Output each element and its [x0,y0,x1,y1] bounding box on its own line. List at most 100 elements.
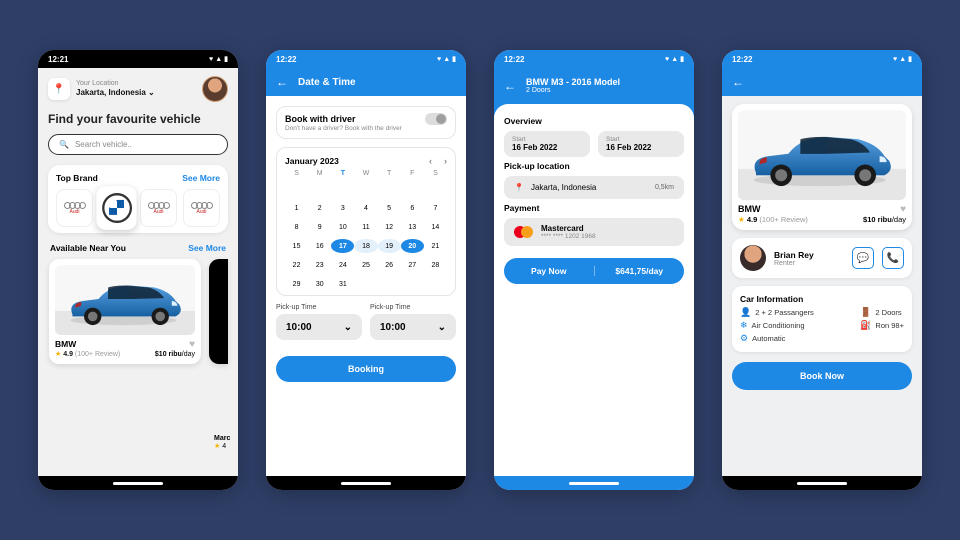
cal-day [354,277,377,291]
cal-day[interactable]: 29 [285,277,308,291]
cal-day[interactable]: 23 [308,258,331,272]
status-time: 12:21 [48,55,68,64]
back-icon[interactable]: ← [276,75,288,89]
back-icon[interactable]: ← [504,79,516,93]
cal-day[interactable]: 19 [378,239,401,253]
cal-day[interactable]: 30 [308,277,331,291]
brand-item-bmw[interactable] [96,186,136,230]
cal-day[interactable]: 2 [308,201,331,215]
cal-day[interactable]: 16 [308,239,331,253]
cal-day[interactable]: 22 [285,258,308,272]
cal-day[interactable]: 4 [354,201,377,215]
home-indicator-bar [494,476,694,490]
search-placeholder: Search vehicle.. [75,140,132,149]
cal-day[interactable]: 15 [285,239,308,253]
star-icon: ★ [738,215,745,224]
calendar-grid[interactable]: SMTWTFS123456789101112131415161718192021… [285,170,447,291]
cal-prev-icon[interactable]: ‹ [429,156,432,166]
mastercard-icon [514,226,533,238]
end-date-box[interactable]: Start 16 Feb 2022 [598,131,684,157]
cal-day[interactable]: 7 [424,201,447,215]
cal-day[interactable]: 14 [424,220,447,234]
location-block[interactable]: Your Location Jakarta, Indonesia ⌄ [76,80,196,98]
brand-item-audi[interactable]: Audi [56,189,93,227]
pay-now-button[interactable]: Pay Now $641,75/day [504,258,684,284]
car-rating: 4.9 [63,351,73,358]
car-info-title: Car Information [740,294,904,304]
app-bar-subtitle: 2 Doors [526,87,620,94]
cal-day[interactable]: 17 [331,239,354,253]
payment-title: Payment [504,203,684,213]
pickup-title: Pick-up location [504,161,684,171]
booking-button[interactable]: Booking [276,356,456,382]
gear-icon: ⚙ [740,333,748,344]
cal-weekday: S [424,170,447,177]
car-card[interactable]: BMW ♥ ★ 4.9 (100+ Review) $10 ribu/day [49,259,201,364]
book-now-button[interactable]: Book Now [732,362,912,390]
car-reviews: (100+ Review) [75,351,120,358]
brand-item-audi[interactable]: Audi [140,189,177,227]
chevron-down-icon: ⌄ [148,88,155,97]
chevron-down-icon: ⌄ [344,322,352,333]
brand-item-audi[interactable]: Audi [183,189,220,227]
cal-day[interactable]: 5 [378,201,401,215]
pickup-location-card[interactable]: 📍 Jakarta, Indonesia 0,5km [504,176,684,199]
cal-day[interactable]: 31 [331,277,354,291]
cal-day[interactable]: 24 [331,258,354,272]
search-input[interactable]: 🔍 Search vehicle.. [48,134,228,155]
renter-name: Brian Rey [774,250,844,260]
see-more-link[interactable]: See More [188,243,226,253]
cal-day[interactable]: 11 [354,220,377,234]
car-shelf[interactable]: BMW ♥ ★ 4.9 (100+ Review) $10 ribu/day [49,259,228,364]
cal-day[interactable]: 6 [401,201,424,215]
pay-now-label: Pay Now [504,266,595,276]
location-pin-icon[interactable]: 📍 [48,78,70,100]
cal-day[interactable]: 18 [354,239,377,253]
chat-button[interactable]: 💬 [852,247,874,269]
cal-day[interactable]: 12 [378,220,401,234]
heart-icon[interactable]: ♥ [189,339,195,350]
payment-card[interactable]: Mastercard **** **** 1202 1968 [504,218,684,246]
cal-day[interactable]: 25 [354,258,377,272]
cal-day[interactable]: 8 [285,220,308,234]
avatar[interactable] [202,76,228,102]
driver-toggle[interactable] [425,113,447,125]
cal-day[interactable]: 10 [331,220,354,234]
screen-detail: 12:22 ♥▲▮ ← BMW ♥ ★ 4.9 (100+ Re [722,50,922,490]
cal-day[interactable]: 1 [285,201,308,215]
cal-day[interactable]: 27 [401,258,424,272]
pickup-start-select[interactable]: 10:00 ⌄ [276,314,362,340]
renter-avatar[interactable] [740,245,766,271]
cal-next-icon[interactable]: › [444,156,447,166]
cal-day[interactable]: 9 [308,220,331,234]
car-card-peek[interactable] [209,259,228,364]
status-bar: 12:22 ♥▲▮ [266,50,466,68]
cal-day[interactable]: 20 [401,239,424,253]
cal-day [308,182,331,196]
cal-day[interactable]: 21 [424,239,447,253]
heart-icon[interactable]: ♥ [900,204,906,215]
pickup-location-value: Jakarta, Indonesia [531,183,596,192]
cal-day [401,277,424,291]
star-icon: ★ [55,351,61,358]
cal-day [331,182,354,196]
screen-checkout: 12:22 ♥▲▮ ← BMW M3 - 2016 Model 2 Doors … [494,50,694,490]
see-more-link[interactable]: See More [182,173,220,183]
cal-weekday: F [401,170,424,177]
cal-day [378,277,401,291]
back-icon[interactable]: ← [732,75,744,89]
pickup-end-select[interactable]: 10:00 ⌄ [370,314,456,340]
cal-day[interactable]: 28 [424,258,447,272]
location-value: Jakarta, Indonesia [76,88,146,97]
screen-home: 12:21 ♥▲▮ 📍 Your Location Jakarta, Indon… [38,50,238,490]
cal-day[interactable]: 3 [331,201,354,215]
start-date-box[interactable]: Start 16 Feb 2022 [504,131,590,157]
home-indicator-bar [38,476,238,490]
status-time: 12:22 [732,55,752,64]
car-image [55,265,195,335]
cal-day[interactable]: 13 [401,220,424,234]
cal-day[interactable]: 26 [378,258,401,272]
driver-toggle-card: Book with driver Don't have a driver? Bo… [276,106,456,139]
cal-day [401,182,424,196]
call-button[interactable]: 📞 [882,247,904,269]
